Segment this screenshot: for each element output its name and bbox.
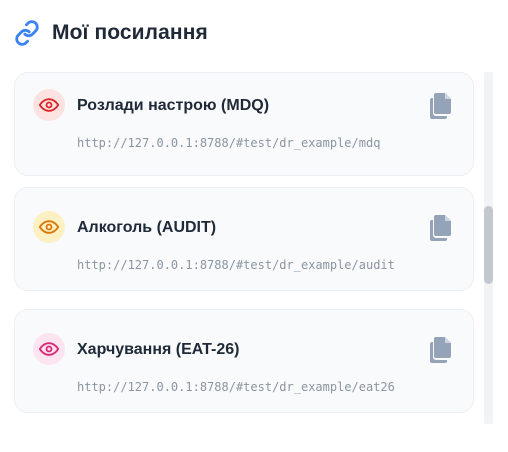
eye-icon	[33, 211, 65, 243]
link-url[interactable]: http://127.0.0.1:8788/#test/dr_example/e…	[77, 380, 395, 394]
link-name: Розлади настрою (MDQ)	[77, 97, 270, 114]
page-header: Мої посилання	[14, 20, 208, 46]
eye-icon	[33, 89, 65, 121]
copy-button[interactable]	[427, 335, 453, 363]
scrollbar-track[interactable]	[484, 72, 493, 424]
copy-icon	[430, 337, 451, 363]
link-name: Харчування (EAT-26)	[77, 341, 240, 358]
link-url[interactable]: http://127.0.0.1:8788/#test/dr_example/a…	[77, 258, 395, 272]
link-icon	[14, 20, 40, 46]
copy-button[interactable]	[427, 91, 453, 119]
scrollbar-thumb[interactable]	[484, 206, 493, 284]
copy-button[interactable]	[427, 213, 453, 241]
link-card: Розлади настрою (MDQ) http://127.0.0.1:8…	[14, 72, 474, 176]
links-list[interactable]: Розлади настрою (MDQ) http://127.0.0.1:8…	[0, 72, 508, 424]
page-title: Мої посилання	[52, 21, 208, 44]
copy-icon	[430, 93, 451, 119]
link-card: Харчування (EAT-26) http://127.0.0.1:878…	[14, 309, 474, 413]
link-name: Алкоголь (AUDIT)	[77, 219, 217, 236]
link-card: Алкоголь (AUDIT) http://127.0.0.1:8788/#…	[14, 187, 474, 291]
link-url[interactable]: http://127.0.0.1:8788/#test/dr_example/m…	[77, 136, 380, 150]
eye-icon	[33, 333, 65, 365]
copy-icon	[430, 215, 451, 241]
